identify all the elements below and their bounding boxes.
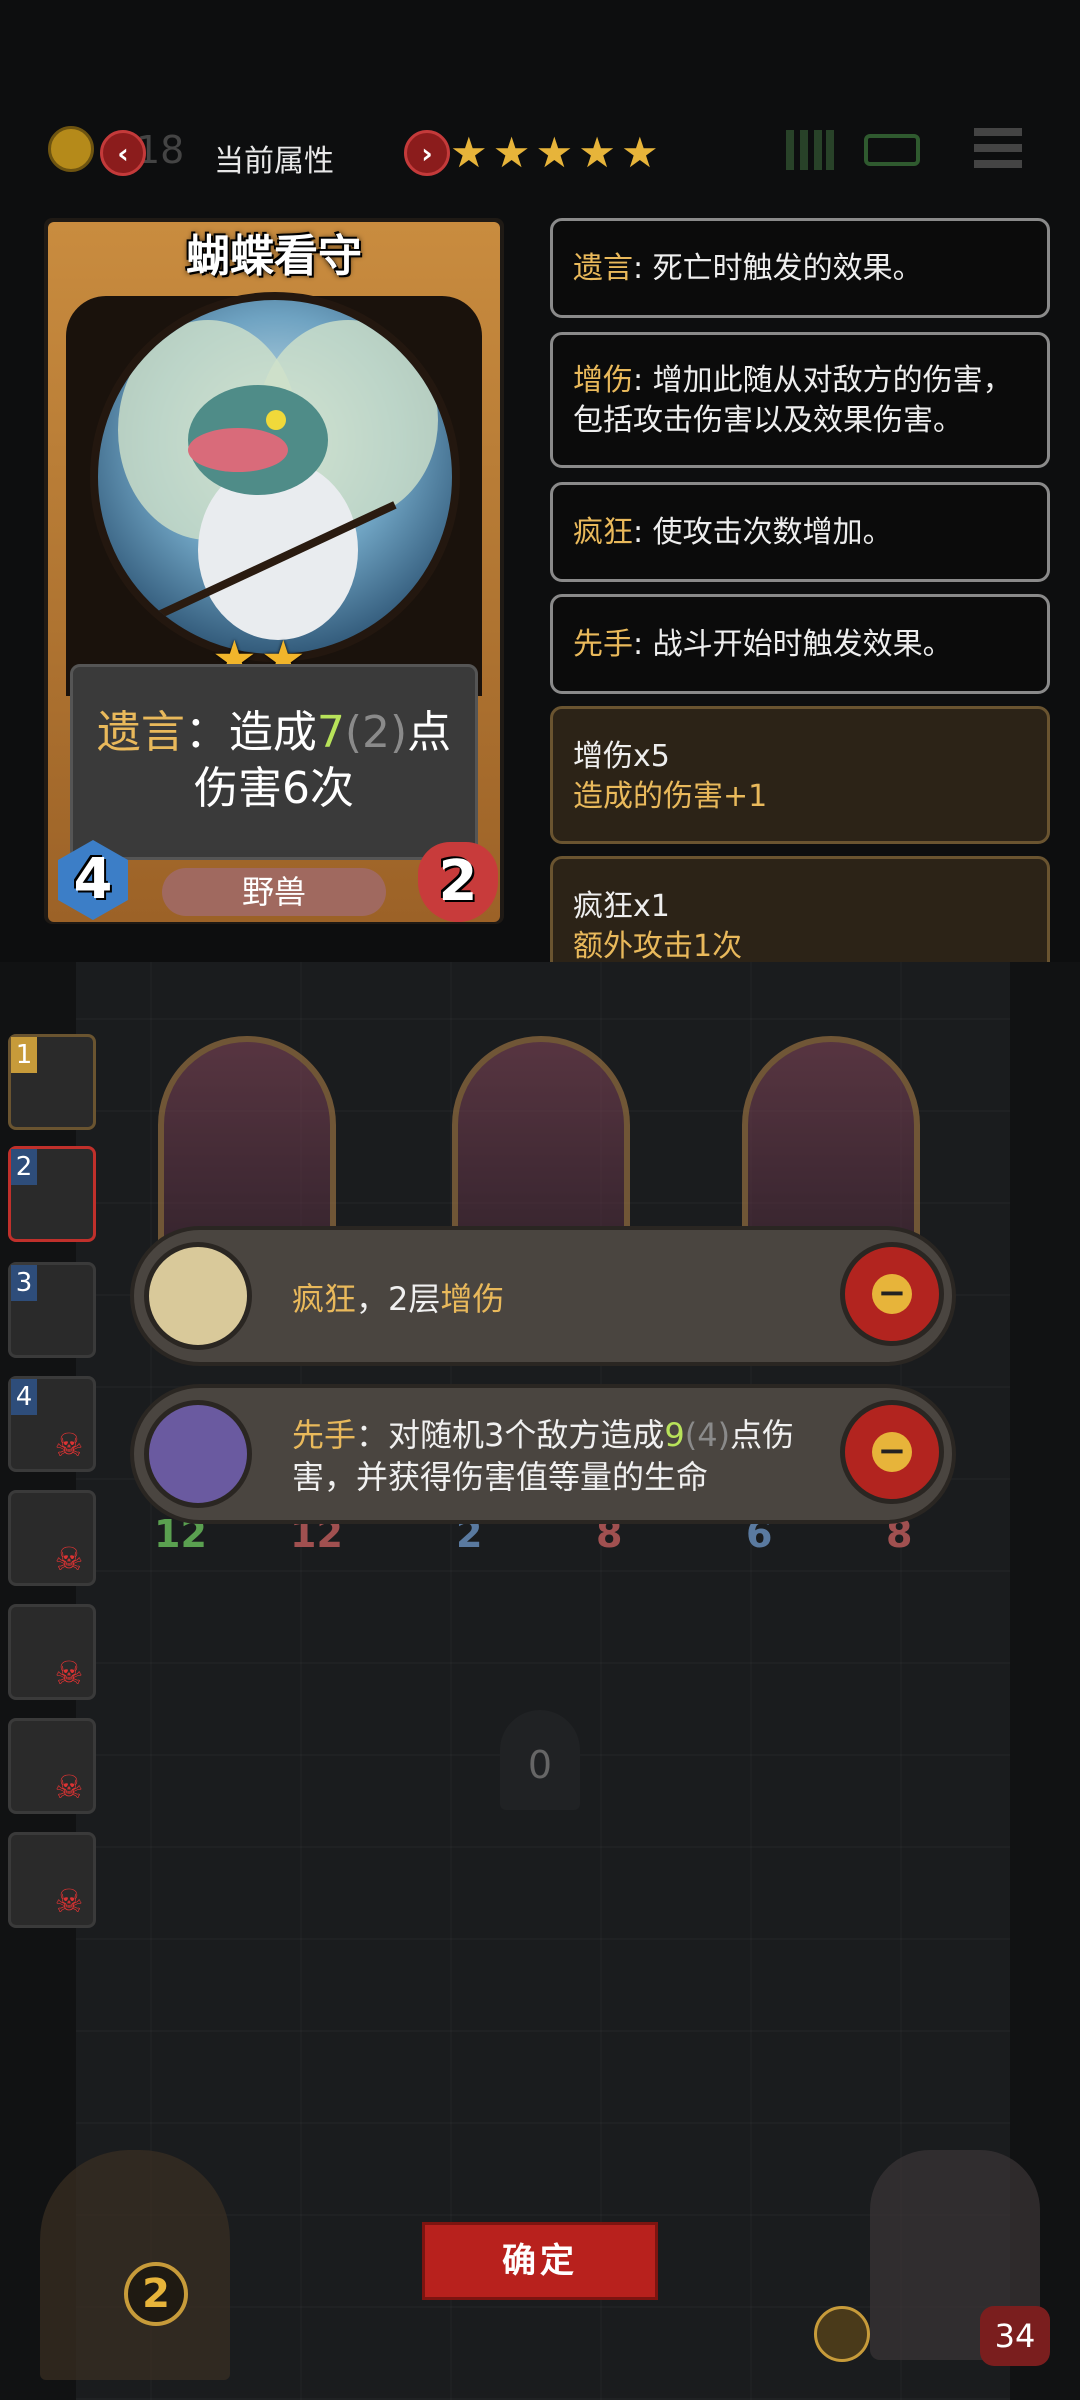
buff-title: 增伤x5 xyxy=(573,739,670,774)
section-title: 当前属性 xyxy=(214,144,334,179)
star-icon: ★ xyxy=(621,128,659,177)
confirm-button[interactable]: 确定 xyxy=(422,2222,658,2300)
buff-detail: 额外攻击1次 xyxy=(573,929,743,962)
ability-text: 先手：对随机3个敌方造成9(4)点伤 害，并获得伤害值等量的生命 xyxy=(292,1416,795,1496)
side-slot-2[interactable]: 2 xyxy=(8,1146,96,1242)
card-tribe: 野兽 xyxy=(162,868,386,916)
keyword-first-strike: 先手: 战斗开始时触发效果。 xyxy=(550,594,1050,694)
prev-arrow-button[interactable]: ‹ xyxy=(100,130,146,176)
keyword-damage-boost: 增伤: 增加此随从对敌方的伤害，包括攻击伤害以及效果伤害。 xyxy=(550,332,1050,468)
player-health: 34 xyxy=(980,2306,1050,2366)
remove-ability-button[interactable]: − xyxy=(840,1400,944,1504)
card-name: 蝴蝶看守 xyxy=(186,231,362,282)
ability-pill-frenzy[interactable]: 疯狂，2层增伤 − xyxy=(130,1226,956,1366)
remove-ability-button[interactable]: − xyxy=(840,1242,944,1346)
side-slot-7[interactable]: ☠ xyxy=(8,1718,96,1814)
minus-icon: − xyxy=(872,1432,912,1472)
hero-power-icon[interactable] xyxy=(814,2306,870,2362)
claw-icon xyxy=(144,1242,252,1350)
side-slot-1[interactable]: 1 xyxy=(8,1034,96,1130)
buff-title: 疯狂x1 xyxy=(573,889,670,924)
star-icon: ★ xyxy=(450,128,488,177)
skull-icon: ☠ xyxy=(54,1540,84,1578)
star-rating: ★ ★ ★ ★ ★ xyxy=(450,128,659,177)
star-icon: ★ xyxy=(492,128,531,177)
skull-icon: ☠ xyxy=(54,1654,84,1692)
coin-icon xyxy=(48,126,94,172)
side-slot-5[interactable]: ☠ xyxy=(8,1490,96,1586)
minus-icon: − xyxy=(872,1274,912,1314)
shop-gate[interactable] xyxy=(40,2150,230,2380)
center-counter: 0 xyxy=(500,1710,580,1810)
slot-number: 1 xyxy=(11,1037,37,1073)
slot-number: 2 xyxy=(11,1149,37,1185)
buff-damage-boost: 增伤x5 造成的伤害+1 xyxy=(550,706,1050,844)
side-slot-4[interactable]: 4 ☠ xyxy=(8,1376,96,1472)
signal-icon xyxy=(786,130,834,170)
card-portrait xyxy=(90,292,460,662)
side-slot-3[interactable]: 3 xyxy=(8,1262,96,1358)
keyword-frenzy: 疯狂: 使攻击次数增加。 xyxy=(550,482,1050,582)
card-health: 2 xyxy=(438,849,478,914)
keyword-deathrattle: 遗言: 死亡时触发的效果。 xyxy=(550,218,1050,318)
ability-pill-first-strike[interactable]: 先手：对随机3个敌方造成9(4)点伤 害，并获得伤害值等量的生命 − xyxy=(130,1384,956,1524)
buff-detail: 造成的伤害+1 xyxy=(573,779,768,814)
skull-icon: ☠ xyxy=(54,1768,84,1806)
skull-icon: ☠ xyxy=(54,1426,84,1464)
menu-icon[interactable] xyxy=(974,128,1022,172)
battery-icon xyxy=(864,134,920,166)
card-description: 遗言：造成7(2)点 伤害6次 xyxy=(70,664,478,860)
slot-number: 4 xyxy=(11,1379,37,1415)
butterfly-guardian-art xyxy=(118,320,438,640)
buff-frenzy: 疯狂x1 额外攻击1次 xyxy=(550,856,1050,962)
card-attack: 4 xyxy=(73,847,113,912)
star-icon: ★ xyxy=(535,128,574,177)
side-slot-6[interactable]: ☠ xyxy=(8,1604,96,1700)
next-arrow-button[interactable]: › xyxy=(404,130,450,176)
side-slot-8[interactable]: ☠ xyxy=(8,1832,96,1928)
feather-icon xyxy=(144,1400,252,1508)
ability-text: 疯狂，2层增伤 xyxy=(292,1280,505,1318)
slot-number: 3 xyxy=(11,1265,37,1301)
star-icon: ★ xyxy=(578,128,616,177)
shop-count-badge: 2 xyxy=(124,2262,188,2326)
skull-icon: ☠ xyxy=(54,1882,84,1920)
